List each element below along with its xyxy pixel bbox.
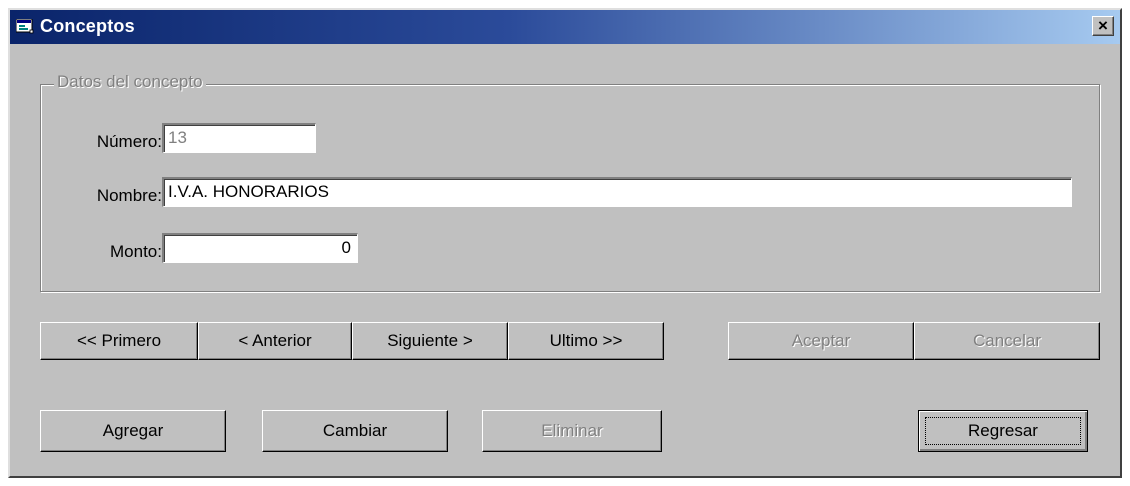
first-record-button[interactable]: << Primero: [40, 322, 198, 360]
cancel-label: Cancelar: [972, 331, 1042, 350]
groupbox-legend: Datos del concepto: [54, 72, 206, 92]
form-window-icon: [16, 19, 34, 34]
return-button[interactable]: Regresar: [918, 410, 1088, 452]
add-label: Agregar: [102, 421, 164, 440]
conceptos-window: Conceptos × Datos del concepto Número: 1…: [8, 8, 1122, 478]
previous-record-label: < Anterior: [238, 331, 312, 350]
accept-label: Aceptar: [791, 331, 851, 350]
nombre-field[interactable]: I.V.A. HONORARIOS: [162, 177, 1072, 207]
monto-label: Monto:: [110, 242, 162, 261]
change-label: Cambiar: [322, 421, 388, 440]
numero-field[interactable]: 13: [162, 123, 316, 153]
nombre-label: Nombre:: [96, 186, 162, 205]
monto-field[interactable]: 0: [162, 233, 358, 263]
first-record-label: << Primero: [76, 331, 162, 350]
next-record-button[interactable]: Siguiente >: [352, 322, 508, 360]
focus-indicator: [925, 417, 1081, 445]
window-title: Conceptos: [40, 16, 135, 36]
title-bar[interactable]: Conceptos ×: [10, 10, 1120, 44]
next-record-label: Siguiente >: [387, 331, 473, 350]
delete-label: Eliminar: [541, 421, 603, 440]
change-button[interactable]: Cambiar: [262, 410, 448, 452]
close-button[interactable]: ×: [1092, 16, 1114, 36]
accept-button[interactable]: Aceptar: [728, 322, 914, 360]
last-record-button[interactable]: Ultimo >>: [508, 322, 664, 360]
previous-record-button[interactable]: < Anterior: [198, 322, 352, 360]
add-button[interactable]: Agregar: [40, 410, 226, 452]
numero-label: Número:: [96, 132, 162, 151]
cancel-button[interactable]: Cancelar: [914, 322, 1100, 360]
delete-button[interactable]: Eliminar: [482, 410, 662, 452]
close-icon: ×: [1098, 16, 1108, 35]
last-record-label: Ultimo >>: [549, 331, 623, 350]
